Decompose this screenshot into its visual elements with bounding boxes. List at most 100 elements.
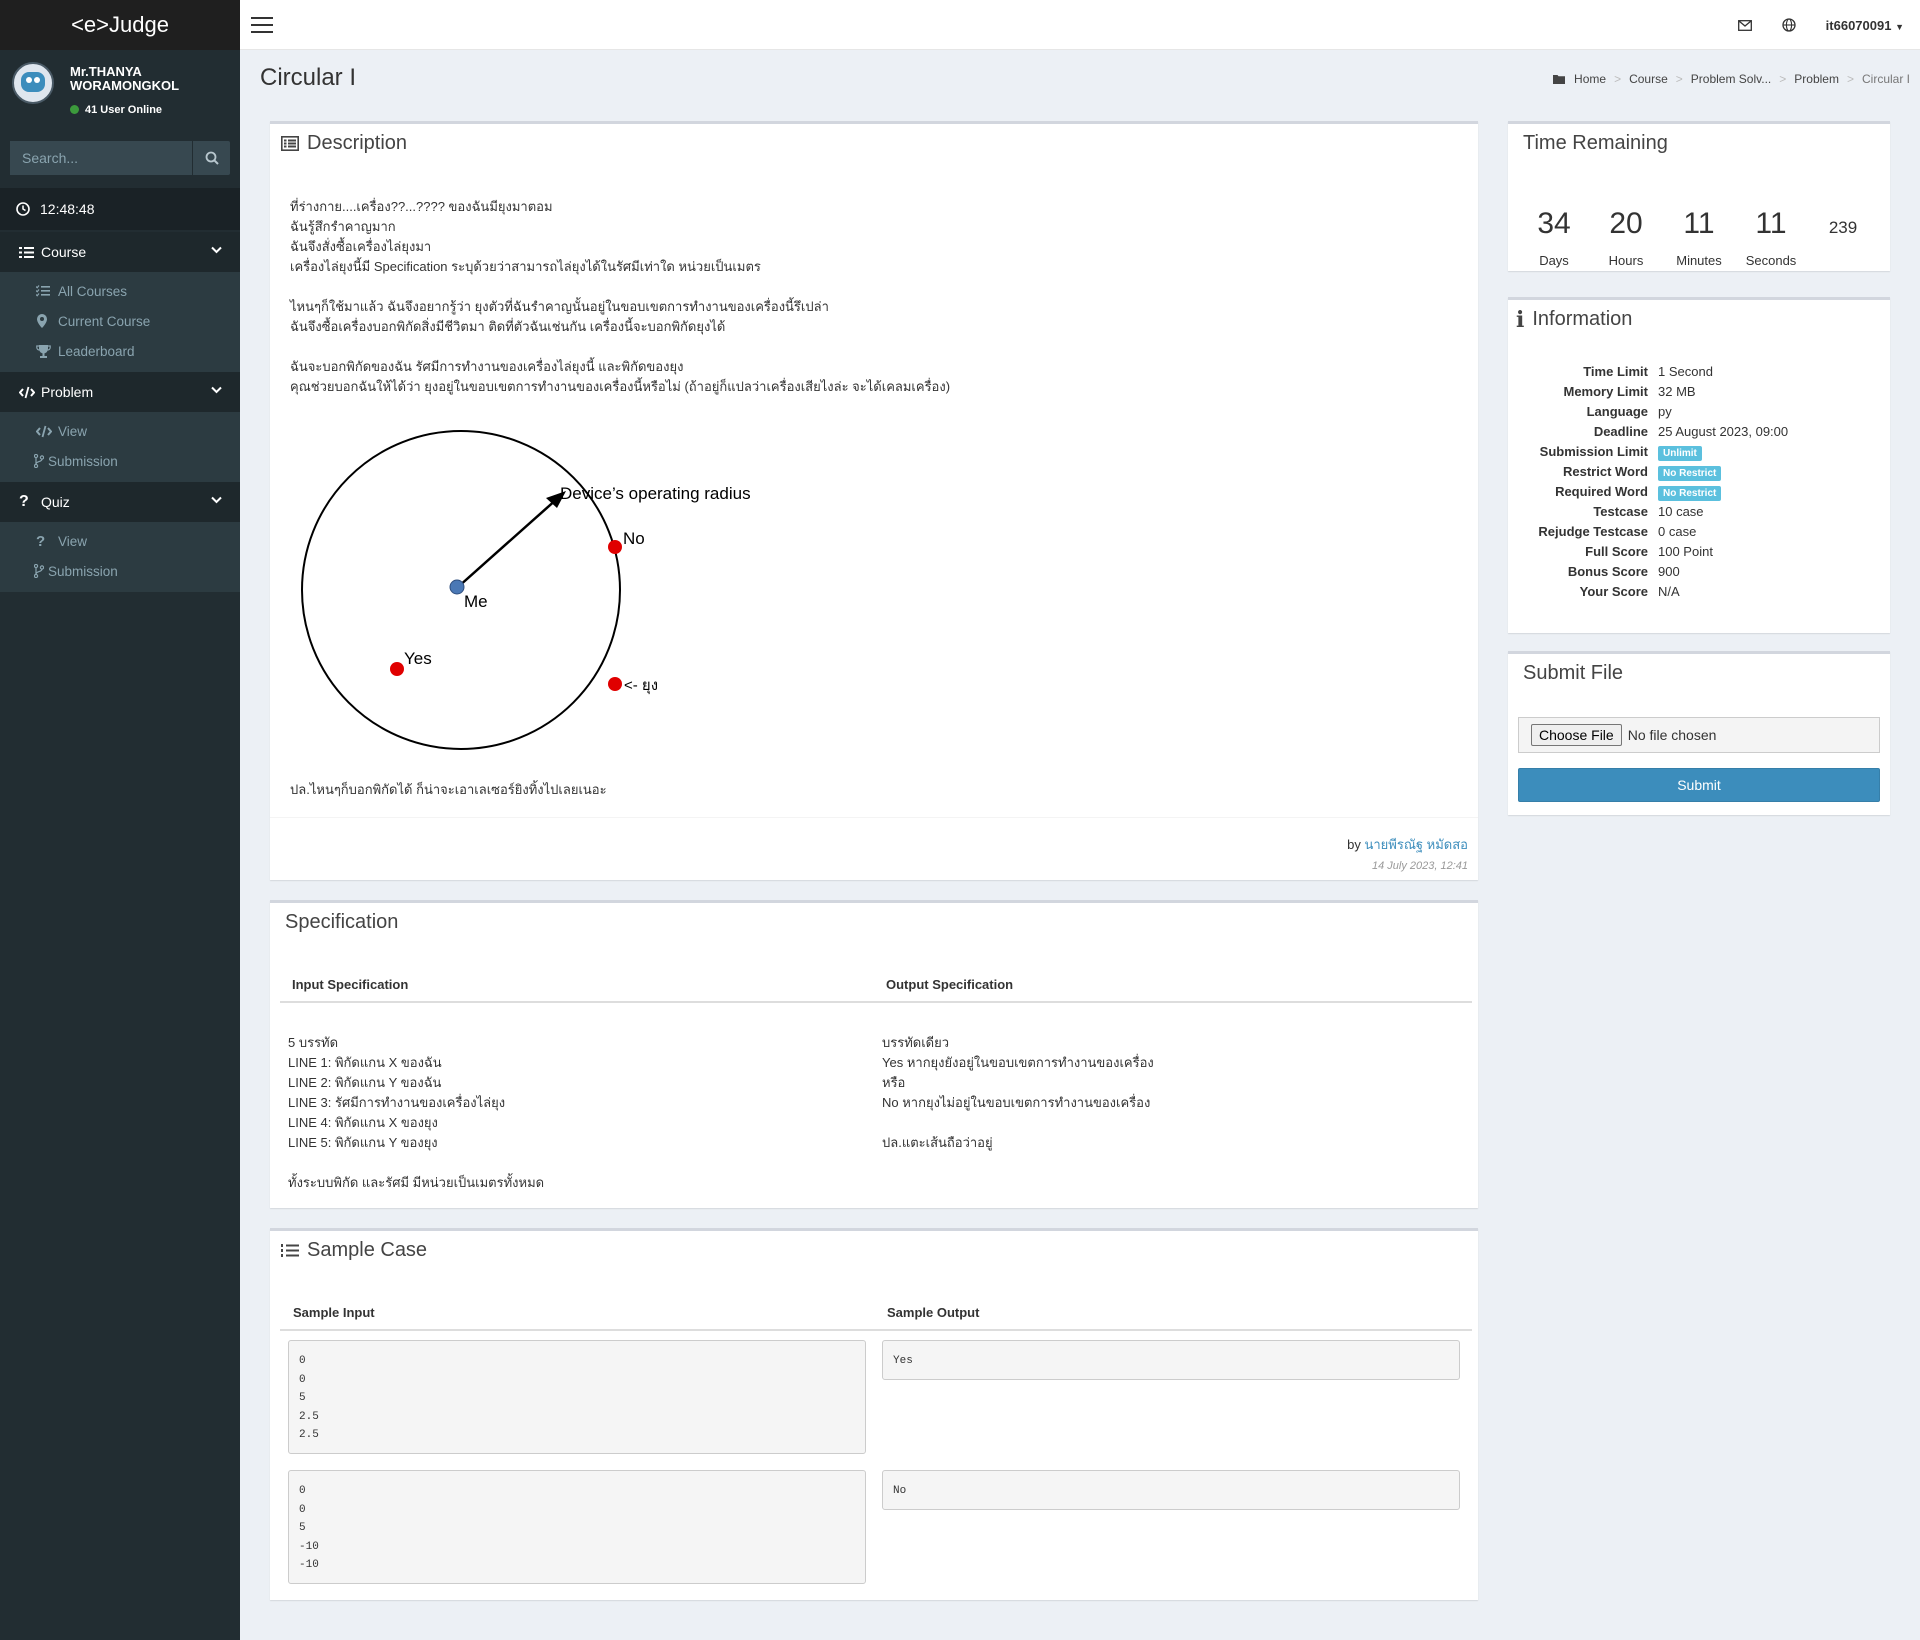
info-key: Time Limit (1583, 364, 1648, 379)
description-title: Description (281, 132, 407, 155)
tasks-icon (36, 285, 50, 297)
timer-days: 34 Days (1537, 207, 1571, 268)
sidebar-item-current-course[interactable]: Current Course (0, 306, 240, 336)
desc-line: ฉันจะบอกพิกัดของฉัน รัศมีการทำงานของเครื… (290, 359, 684, 374)
sample-output-header: Sample Output (887, 1305, 980, 1320)
problem-diagram: Device’s operating radius Me No Yes <- ย… (301, 430, 751, 750)
sample-output-1[interactable]: Yes (882, 1340, 1460, 1380)
info-row: Submission Limit Unlimit (1508, 444, 1888, 464)
breadcrumb-course[interactable]: Course (1629, 72, 1668, 86)
sidebar-item-quiz-submission[interactable]: Submission (0, 556, 240, 586)
user-menu[interactable]: it66070091 ▼ (1826, 18, 1904, 33)
desc-line: ไหนๆก็ใช้มาแล้ว ฉันจึงอยากรู้ว่า ยุงตัวท… (290, 299, 829, 314)
information-box: i Information Time Limit 1 Second Memory L… (1508, 297, 1890, 633)
input-spec-text: 5 บรรทัด LINE 1: พิกัดแกน X ของฉัน LINE 2:… (288, 1035, 545, 1190)
menu-label: All Courses (58, 283, 128, 299)
author-link[interactable]: นายพีรณัฐ หมัดสอ (1364, 837, 1468, 852)
page-title: Circular I (260, 64, 357, 91)
sidebar-item-course[interactable]: Course (0, 232, 240, 272)
sidebar: <e>Judge Mr.THANYA WORAMONGKOL 41 User O… (0, 0, 240, 1640)
info-key: Submission Limit (1539, 444, 1648, 459)
sidebar-search (10, 141, 230, 175)
info-value: 0 case (1658, 524, 1697, 539)
info-value: No Restrict (1658, 484, 1722, 501)
avatar (12, 62, 54, 104)
info-key: Deadline (1593, 424, 1648, 439)
sidebar-item-label: Quiz (41, 494, 70, 510)
hamburger-menu-icon[interactable] (251, 17, 273, 33)
sample-input-2[interactable]: 0 0 5 -10 -10 (288, 1470, 866, 1584)
sidebar-item-quiz[interactable]: ? Quiz (0, 482, 240, 522)
author-info: by นายพีรณัฐ หมัดสอ 14 July 2023, 12:41 (1347, 834, 1468, 872)
server-clock: 12:48:48 (0, 188, 240, 230)
info-row: Bonus Score 900 (1508, 564, 1888, 584)
breadcrumb: Home > Course > Problem Solv... > Problem > … (1553, 72, 1910, 86)
sidebar-item-quiz-view[interactable]: ? View (0, 526, 240, 556)
info-value: N/A (1658, 584, 1680, 599)
info-key: Restrict Word (1563, 464, 1648, 479)
submit-button[interactable]: Submit (1518, 768, 1880, 802)
breadcrumb-home[interactable]: Home (1574, 72, 1606, 86)
by-prefix: by (1347, 837, 1361, 852)
info-row: Rejudge Testcase 0 case (1508, 524, 1888, 544)
file-status: No file chosen (1627, 727, 1717, 743)
file-input[interactable]: Choose File No file chosen (1518, 717, 1880, 753)
time-remaining-box: Time Remaining 34 Days 20 Hours 11 Minutes … (1508, 121, 1890, 271)
globe-icon[interactable] (1782, 18, 1796, 32)
me-label: Me (464, 592, 488, 611)
sample-input-1[interactable]: 0 0 5 2.5 2.5 (288, 1340, 866, 1454)
timer-hours: 20 Hours (1608, 207, 1644, 268)
app-logo[interactable]: <e>Judge (0, 0, 240, 50)
info-row: Language py (1508, 404, 1888, 424)
menu-label: Leaderboard (58, 343, 135, 359)
breadcrumb-problem[interactable]: Problem (1794, 72, 1839, 86)
timer-milliseconds: 239 (1828, 218, 1858, 237)
information-title: i Information (1516, 306, 1633, 333)
info-value: 100 Point (1658, 544, 1713, 559)
breadcrumb-problem-set[interactable]: Problem Solv... (1691, 72, 1771, 86)
sidebar-menu: Course All Courses Current Course Leader… (0, 232, 240, 592)
info-row: Testcase 10 case (1508, 504, 1888, 524)
info-key: Testcase (1593, 504, 1648, 519)
yes-point (390, 662, 404, 676)
info-value: No Restrict (1658, 464, 1722, 481)
status-badge: Unlimit (1658, 446, 1702, 461)
desc-line: ฉันจึงซื้อเครื่องบอกพิกัดสิ่งมีชีวิตมา ต… (290, 319, 726, 334)
sidebar-item-problem-view[interactable]: View (0, 416, 240, 446)
list-icon (19, 246, 34, 258)
sample-output-2[interactable]: No (882, 1470, 1460, 1510)
sidebar-item-problem-submission[interactable]: Submission (0, 446, 240, 476)
topbar: it66070091 ▼ (240, 0, 1920, 50)
menu-label: Submission (48, 563, 118, 579)
list-ol-icon (281, 1244, 299, 1257)
choose-file-button[interactable]: Choose File (1531, 724, 1622, 746)
yes-label: Yes (404, 649, 432, 668)
info-row: Required Word No Restrict (1508, 484, 1888, 504)
info-value: 25 August 2023, 09:00 (1658, 424, 1789, 439)
question-icon: ? (36, 532, 46, 550)
user-name: Mr.THANYA WORAMONGKOL (70, 64, 180, 93)
envelope-icon[interactable] (1737, 19, 1752, 31)
radius-label: Device’s operating radius (560, 484, 751, 503)
info-icon: i (1516, 306, 1525, 333)
sidebar-item-leaderboard[interactable]: Leaderboard (0, 336, 240, 366)
search-input[interactable] (10, 141, 192, 175)
sidebar-item-problem[interactable]: Problem (0, 372, 240, 412)
description-box: Description ที่ร่างกาย....เครื่อง??...??… (270, 121, 1478, 880)
no-label: No (623, 529, 645, 548)
trophy-icon (36, 345, 51, 358)
menu-label: Current Course (58, 313, 151, 329)
desc-line: คุณช่วยบอกฉันให้ได้ว่า ยุงอยู่ในขอบเขตกา… (290, 379, 951, 394)
code-icon (36, 425, 52, 437)
info-key: Bonus Score (1567, 564, 1648, 579)
online-dot-icon (70, 105, 79, 114)
search-button[interactable] (192, 141, 230, 175)
info-row: Restrict Word No Restrict (1508, 464, 1888, 484)
sidebar-item-all-courses[interactable]: All Courses (0, 276, 240, 306)
folder-icon (1553, 75, 1566, 84)
timer-minutes: 11 Minutes (1676, 207, 1722, 268)
desc-line: ที่ร่างกาย....เครื่อง??...???? ของฉันมีย… (290, 199, 553, 214)
output-spec-header: Output Specification (886, 977, 1014, 992)
code-icon (19, 386, 35, 398)
desc-line: เครื่องไล่ยุงนี้มี Specification ระบุด้ว… (290, 259, 761, 274)
